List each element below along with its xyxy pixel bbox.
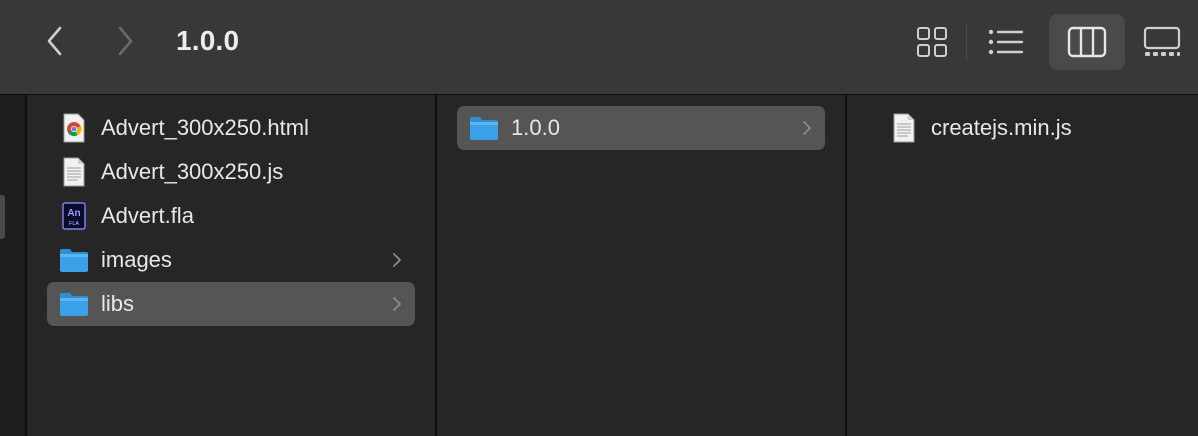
folder-name: libs — [101, 291, 135, 316]
columns-icon — [1067, 26, 1107, 58]
sidebar-edge — [0, 95, 26, 436]
folder-icon — [59, 245, 89, 275]
list-icon — [988, 29, 1024, 55]
toolbar-divider — [966, 24, 967, 60]
chrome-html-icon — [59, 113, 89, 143]
chevron-left-icon — [47, 26, 62, 56]
browser-column-1: Advert_300x250.html Advert_300x250.js An… — [27, 95, 435, 436]
browser-column-3: createjs.min.js — [847, 95, 1198, 436]
file-name: Advert_300x250.html — [101, 115, 309, 140]
folder-name: 1.0.0 — [511, 115, 560, 140]
chevron-right-icon — [391, 296, 403, 312]
file-name: createjs.min.js — [931, 115, 1072, 140]
folder-icon — [469, 113, 499, 143]
chevron-right-icon — [391, 252, 403, 268]
list-item-1-0-0-folder[interactable]: 1.0.0 — [457, 106, 825, 150]
window-title: 1.0.0 — [176, 25, 240, 56]
forward-button[interactable] — [108, 24, 142, 58]
svg-text:FLA: FLA — [69, 221, 79, 227]
file-name: Advert.fla — [101, 203, 194, 228]
sidebar-resize-handle[interactable] — [0, 195, 5, 239]
grid-icon — [917, 27, 947, 57]
js-file-icon — [889, 113, 919, 143]
animate-fla-icon: An FLA — [59, 201, 89, 231]
folder-icon — [59, 289, 89, 319]
list-item-advert-html[interactable]: Advert_300x250.html — [47, 106, 415, 150]
list-item-libs-folder[interactable]: libs — [47, 282, 415, 326]
column-view-button[interactable] — [1049, 14, 1125, 70]
list-item-advert-js[interactable]: Advert_300x250.js — [47, 150, 415, 194]
gallery-icon — [1143, 26, 1181, 56]
chevron-right-icon — [118, 26, 133, 56]
list-view-button[interactable] — [968, 14, 1044, 70]
file-name: Advert_300x250.js — [101, 159, 284, 184]
icon-view-button[interactable] — [894, 14, 970, 70]
back-button[interactable] — [38, 24, 72, 58]
gallery-view-button[interactable] — [1124, 14, 1198, 70]
svg-text:An: An — [67, 208, 80, 219]
js-file-icon — [59, 157, 89, 187]
list-item-advert-fla[interactable]: An FLA Advert.fla — [47, 194, 415, 238]
list-item-images-folder[interactable]: images — [47, 238, 415, 282]
toolbar: 1.0.0 — [0, 0, 1198, 95]
list-item-createjs[interactable]: createjs.min.js — [877, 106, 1177, 150]
folder-name: images — [101, 247, 172, 272]
chevron-right-icon — [801, 120, 813, 136]
browser-column-2: 1.0.0 — [437, 95, 845, 436]
